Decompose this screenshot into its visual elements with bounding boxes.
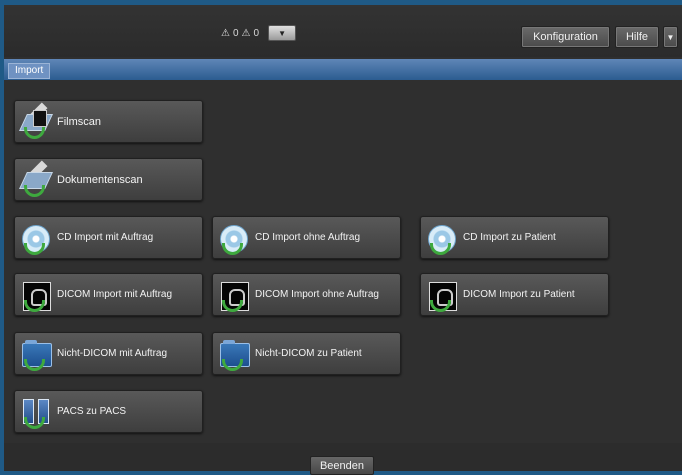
- dicom-import-with-order-label: DICOM Import mit Auftrag: [57, 289, 173, 300]
- cd-icon: [219, 221, 249, 255]
- dicom-import-without-order-label: DICOM Import ohne Auftrag: [255, 289, 379, 300]
- cd-icon: [427, 221, 457, 255]
- dicom-icon: [219, 278, 249, 312]
- cd-import-without-order-button[interactable]: CD Import ohne Auftrag: [212, 216, 401, 259]
- tab-import[interactable]: Import: [8, 63, 51, 79]
- dicom-import-with-order-button[interactable]: DICOM Import mit Auftrag: [14, 273, 203, 316]
- section-header: [4, 59, 682, 80]
- dicom-icon: [21, 278, 51, 312]
- alerts-dropdown-button[interactable]: ▼: [268, 25, 297, 41]
- pacs-to-pacs-label: PACS zu PACS: [57, 406, 127, 417]
- folder-icon: [21, 337, 52, 371]
- non-dicom-with-order-button[interactable]: Nicht-DICOM mit Auftrag: [14, 332, 203, 375]
- alert-status: ⚠ 0 ⚠ 0 ▼: [221, 25, 297, 41]
- dicom-import-without-order-button[interactable]: DICOM Import ohne Auftrag: [212, 273, 401, 316]
- cd-import-with-order-label: CD Import mit Auftrag: [57, 232, 154, 243]
- non-dicom-to-patient-button[interactable]: Nicht-DICOM zu Patient: [212, 332, 401, 375]
- configuration-button[interactable]: Konfiguration: [521, 26, 610, 48]
- cd-import-to-patient-label: CD Import zu Patient: [463, 232, 556, 243]
- alert-count-2: 0: [253, 27, 260, 39]
- help-menu-button[interactable]: ▼: [663, 26, 678, 48]
- document-scanner-icon: [19, 160, 53, 197]
- dicom-icon: [427, 278, 457, 312]
- cd-import-without-order-label: CD Import ohne Auftrag: [255, 232, 361, 243]
- top-toolbar: ⚠ 0 ⚠ 0 ▼ Konfiguration Hilfe ▼: [4, 5, 682, 57]
- filmscan-icon: [19, 102, 53, 139]
- filmscan-label: Filmscan: [57, 115, 102, 128]
- cd-import-with-order-button[interactable]: CD Import mit Auftrag: [14, 216, 203, 259]
- import-window: ⚠ 0 ⚠ 0 ▼ Konfiguration Hilfe ▼ Import F…: [4, 5, 682, 471]
- documentscan-button[interactable]: Dokumentenscan: [14, 158, 203, 201]
- non-dicom-with-order-label: Nicht-DICOM mit Auftrag: [57, 348, 168, 359]
- help-button[interactable]: Hilfe: [615, 26, 659, 48]
- dicom-import-to-patient-button[interactable]: DICOM Import zu Patient: [420, 273, 609, 316]
- documentscan-label: Dokumentenscan: [57, 173, 143, 186]
- finish-button[interactable]: Beenden: [310, 456, 374, 475]
- non-dicom-to-patient-label: Nicht-DICOM zu Patient: [255, 348, 362, 359]
- dicom-import-to-patient-label: DICOM Import zu Patient: [463, 289, 575, 300]
- warning-icon: ⚠: [241, 27, 251, 39]
- pacs-to-pacs-button[interactable]: PACS zu PACS: [14, 390, 203, 433]
- alert-count-1: 0: [232, 27, 239, 39]
- folder-icon: [219, 337, 250, 371]
- filmscan-button[interactable]: Filmscan: [14, 100, 203, 143]
- cd-icon: [21, 221, 51, 255]
- pacs-icon: [21, 395, 51, 429]
- warning-icon: ⚠: [221, 27, 230, 39]
- cd-import-to-patient-button[interactable]: CD Import zu Patient: [420, 216, 609, 259]
